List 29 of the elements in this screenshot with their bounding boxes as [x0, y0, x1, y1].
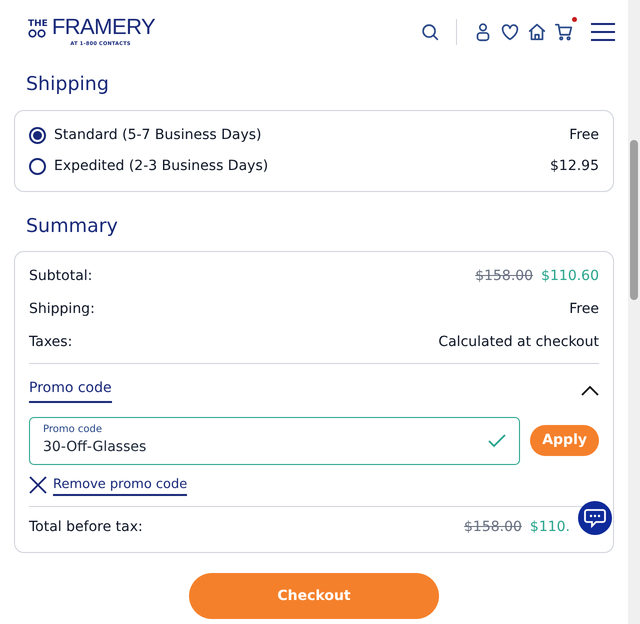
total-value: $110. — [530, 518, 570, 537]
original-price: $158.00 — [475, 267, 534, 286]
close-icon[interactable] — [29, 476, 47, 494]
shipping-option[interactable]: Expedited (2-3 Business Days) — [29, 156, 268, 176]
summary-label: Shipping: — [29, 300, 95, 319]
section-title: Shipping — [26, 72, 110, 97]
summary-value: Free — [569, 300, 599, 319]
chevron-up-icon[interactable] — [581, 386, 599, 396]
scrollbar[interactable] — [628, 0, 640, 624]
summary-value: $110.60 — [541, 267, 599, 286]
radio-button[interactable] — [29, 126, 46, 144]
chat-button[interactable] — [578, 500, 612, 534]
promo-code-field[interactable]: Promo code 30-Off-Glasses — [29, 417, 520, 464]
cart-icon[interactable] — [553, 21, 575, 43]
summary-label: Subtotal: — [29, 267, 92, 286]
chat-icon — [584, 508, 606, 528]
section-title: Summary — [26, 214, 119, 238]
shipping-option[interactable]: Standard (5-7 Business Days) — [29, 124, 262, 146]
total-label: Total before tax: — [29, 518, 143, 537]
radio-button[interactable] — [29, 158, 46, 174]
shipping-price: $12.95 — [550, 156, 599, 176]
original-price: $158.00 — [464, 518, 522, 537]
menu-icon[interactable] — [590, 21, 616, 43]
home-icon[interactable] — [526, 21, 548, 43]
summary-label: Taxes: — [29, 333, 72, 352]
promo-toggle[interactable]: Promo code — [29, 378, 112, 403]
remove-promo-link[interactable]: Remove promo code — [53, 474, 188, 496]
summary-value: Calculated at checkout — [438, 333, 599, 352]
shipping-price: Free — [569, 126, 599, 144]
